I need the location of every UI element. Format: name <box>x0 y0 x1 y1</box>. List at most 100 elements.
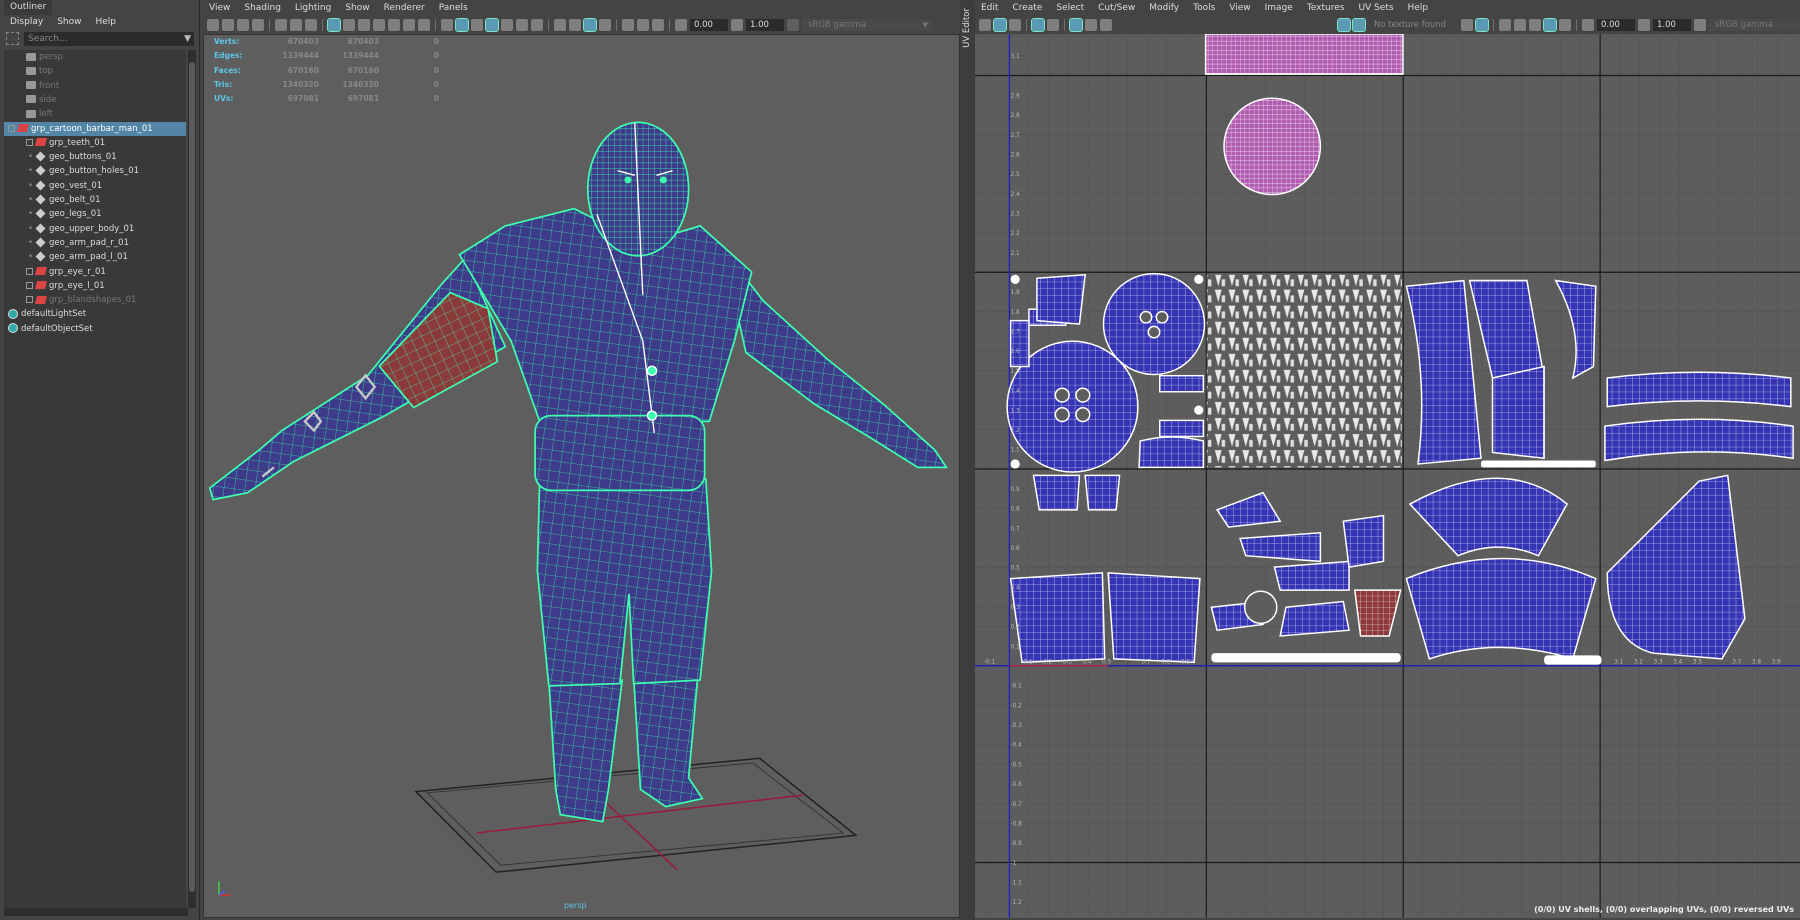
viewport-canvas[interactable]: Verts: 670403 670403 0 Edges: 1339444 1339444 0… <box>203 34 960 918</box>
expand-toggle-icon[interactable] <box>26 138 33 146</box>
grid-icon[interactable] <box>327 17 341 32</box>
pixel-snap-icon[interactable] <box>1085 18 1097 31</box>
camera-icon[interactable] <box>207 18 219 31</box>
gamma-field[interactable]: 1.00 <box>746 18 784 31</box>
safe-action-icon[interactable] <box>403 18 415 31</box>
safe-title-icon[interactable] <box>418 18 430 31</box>
menu-textures[interactable]: Textures <box>1307 0 1345 16</box>
exposure-field[interactable]: 0.00 <box>1597 18 1635 31</box>
isolate-select-icon[interactable] <box>622 18 634 31</box>
outliner-item[interactable]: defaultLightSet <box>4 307 186 321</box>
use-all-lights-icon[interactable] <box>516 18 528 31</box>
menu-display[interactable]: Display <box>10 15 43 29</box>
xray-active-icon[interactable] <box>652 18 664 31</box>
filter-icon[interactable] <box>1514 18 1526 31</box>
gate-mask-icon[interactable] <box>373 18 385 31</box>
outliner-item[interactable]: persp <box>4 50 186 64</box>
outliner-item[interactable]: • geo_upper_body_01 <box>4 222 186 236</box>
outliner-item[interactable]: front <box>4 79 186 93</box>
color-space-select[interactable]: sRGB gamma <box>802 18 932 31</box>
outliner-item[interactable]: grp_teeth_01 <box>4 136 186 150</box>
shaded-uvs-icon[interactable] <box>1529 18 1541 31</box>
grease-pencil-icon[interactable] <box>305 18 317 31</box>
outliner-tab[interactable]: Outliner <box>4 0 53 15</box>
expand-toggle-icon[interactable] <box>26 267 33 275</box>
field-chart-icon[interactable] <box>388 18 400 31</box>
display-image-icon[interactable] <box>1543 17 1557 32</box>
color-management-icon[interactable] <box>1694 18 1706 31</box>
menu-create[interactable]: Create <box>1012 0 1042 16</box>
menu-image[interactable]: Image <box>1265 0 1293 16</box>
wireframe-icon[interactable] <box>441 18 453 31</box>
image-display-icon[interactable] <box>1337 17 1351 32</box>
outliner-item[interactable]: grp_cartoon_barbar_man_01 <box>4 121 186 136</box>
expand-toggle-icon[interactable] <box>8 124 15 132</box>
depth-of-field-icon[interactable] <box>599 18 611 31</box>
menu-show[interactable]: Show <box>57 15 81 29</box>
search-dropdown-icon[interactable]: ▼ <box>184 32 191 46</box>
snapshot-icon[interactable] <box>1100 18 1112 31</box>
select-filter-icon[interactable] <box>6 32 19 45</box>
gamma-icon[interactable] <box>1638 18 1650 31</box>
outliner-item[interactable]: • geo_buttons_01 <box>4 150 186 164</box>
rgb-channels-icon[interactable] <box>1461 18 1473 31</box>
outliner-item[interactable]: left <box>4 107 186 121</box>
outliner-item[interactable]: grp_eye_l_01 <box>4 279 186 293</box>
menu-panels[interactable]: Panels <box>439 0 468 16</box>
menu-lighting[interactable]: Lighting <box>295 0 331 16</box>
uv-grid-icon[interactable] <box>979 18 991 31</box>
menu-select[interactable]: Select <box>1056 0 1084 16</box>
color-space-select[interactable]: sRGB gamma <box>1709 18 1800 31</box>
menu-view[interactable]: View <box>1229 0 1250 16</box>
gamma-field[interactable]: 1.00 <box>1653 18 1691 31</box>
menu-shading[interactable]: Shading <box>244 0 281 16</box>
menu-modify[interactable]: Modify <box>1149 0 1179 16</box>
outliner-item[interactable]: • geo_legs_01 <box>4 207 186 221</box>
motion-blur-icon[interactable] <box>569 18 581 31</box>
outliner-item[interactable]: • geo_arm_pad_l_01 <box>4 250 186 264</box>
xray-icon[interactable] <box>501 18 513 31</box>
menu-help[interactable]: Help <box>95 15 116 29</box>
outliner-scrollbar[interactable] <box>188 50 196 908</box>
outliner-item[interactable]: side <box>4 93 186 107</box>
exposure-icon[interactable] <box>1582 18 1594 31</box>
menu-renderer[interactable]: Renderer <box>384 0 425 16</box>
outliner-item[interactable]: • geo_button_holes_01 <box>4 164 186 178</box>
outliner-item[interactable]: top <box>4 64 186 78</box>
outliner-horizontal-scrollbar[interactable] <box>4 908 188 916</box>
uv-editor-dock-tab[interactable]: UV Editor <box>960 0 975 920</box>
checker-icon[interactable] <box>1031 17 1045 32</box>
wireframe-on-shaded-icon[interactable] <box>485 17 499 32</box>
smooth-shade-icon[interactable] <box>455 17 469 32</box>
bookmark-icon[interactable] <box>252 18 264 31</box>
outliner-search-input[interactable]: Search... ▼ <box>24 32 194 46</box>
dim-image-icon[interactable] <box>1499 18 1511 31</box>
texture-borders-icon[interactable] <box>1047 18 1059 31</box>
pivot-icon[interactable] <box>290 18 302 31</box>
color-management-icon[interactable] <box>787 18 799 31</box>
default-material-icon[interactable] <box>471 18 483 31</box>
uv-distortion-icon[interactable] <box>1009 18 1021 31</box>
xray-joints-icon[interactable] <box>637 18 649 31</box>
exposure-field[interactable]: 0.00 <box>690 18 728 31</box>
outliner-item[interactable]: • geo_belt_01 <box>4 193 186 207</box>
menu-show[interactable]: Show <box>345 0 369 16</box>
checker-map-icon[interactable] <box>1352 17 1366 32</box>
uv-grid-toggle-icon[interactable] <box>1069 17 1083 32</box>
bookmark-camera-icon[interactable] <box>237 18 249 31</box>
menu-view[interactable]: View <box>209 0 230 16</box>
outliner-item[interactable]: grp_eye_r_01 <box>4 265 186 279</box>
menu-edit[interactable]: Edit <box>981 0 998 16</box>
scrollbar-thumb[interactable] <box>189 62 195 892</box>
menu-tools[interactable]: Tools <box>1193 0 1215 16</box>
resolution-gate-icon[interactable] <box>358 18 370 31</box>
outliner-item[interactable]: defaultObjectSet <box>4 322 186 336</box>
menu-uv-sets[interactable]: UV Sets <box>1358 0 1393 16</box>
outliner-item[interactable]: • geo_vest_01 <box>4 179 186 193</box>
exposure-icon[interactable] <box>675 18 687 31</box>
expand-toggle-icon[interactable] <box>26 296 33 304</box>
image-plane-icon[interactable] <box>275 18 287 31</box>
film-gate-icon[interactable] <box>343 18 355 31</box>
camera-attributes-icon[interactable] <box>222 18 234 31</box>
uv-shell-on-icon[interactable] <box>993 17 1007 32</box>
